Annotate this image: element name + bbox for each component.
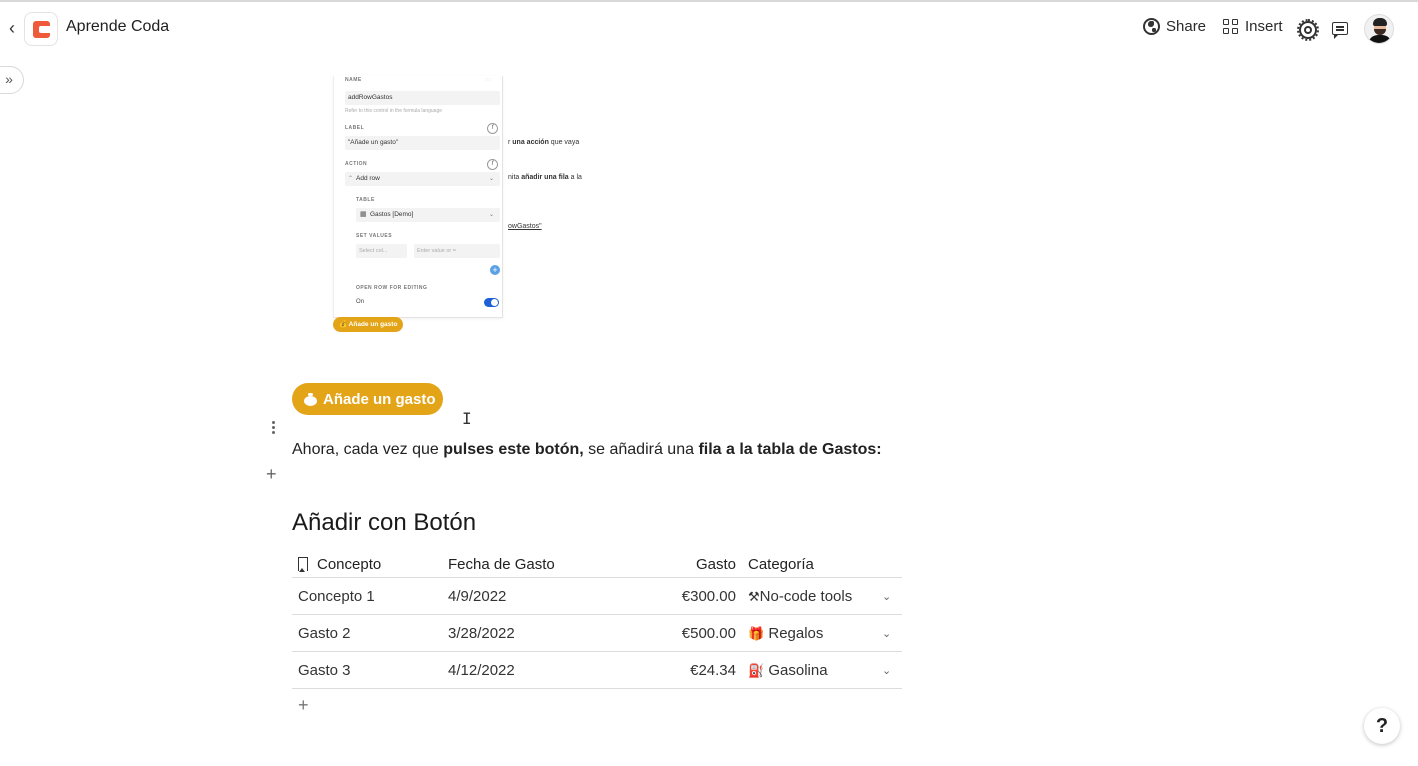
sidebar-expand-icon[interactable]: » <box>0 66 24 94</box>
table-row[interactable]: Concepto 1 4/9/2022 €300.00 ⚒No-code too… <box>292 578 902 615</box>
top-bar: ‹ Aprende Coda Share Insert <box>0 2 1418 54</box>
cell-fecha[interactable]: 4/12/2022 <box>448 662 515 679</box>
share-label: Share <box>1166 18 1207 35</box>
name-label: NAME <box>345 77 362 83</box>
chevron-down-icon[interactable]: ⌄ <box>882 627 891 640</box>
chevron-down-icon[interactable]: ⌄ <box>882 590 891 603</box>
text-fragment: nita añadir una fila a la <box>508 174 582 181</box>
add-expense-button[interactable]: Añade un gasto <box>292 383 443 415</box>
table-row[interactable]: Gasto 2 3/28/2022 €500.00 🎁 Regalos ⌄ <box>292 615 902 652</box>
globe-icon <box>1143 18 1160 35</box>
chevron-down-icon[interactable]: ⌄ <box>882 664 891 677</box>
back-chevron-icon[interactable]: ‹ <box>4 18 20 38</box>
text-fragment: r una acción que vaya <box>508 139 580 146</box>
insert-button[interactable]: Insert <box>1223 18 1283 35</box>
add-row-icon[interactable]: + <box>298 695 309 716</box>
open-row-label: OPEN ROW FOR EDITING <box>356 285 428 291</box>
gift-icon: 🎁 <box>748 627 765 642</box>
insert-grid-icon <box>1223 18 1239 35</box>
cell-categoria[interactable]: 🎁 Regalos <box>748 625 823 642</box>
insert-label: Insert <box>1245 18 1283 35</box>
action-label: ACTION <box>345 161 368 167</box>
cell-concepto[interactable]: Concepto 1 <box>298 588 375 605</box>
toggle-icon <box>484 298 499 307</box>
column-header-gasto[interactable]: Gasto <box>696 556 736 573</box>
cell-concepto[interactable]: Gasto 3 <box>298 662 351 679</box>
select-col-image: Select col... <box>356 244 407 258</box>
enter-value-image: Enter value or = <box>414 244 500 258</box>
comments-icon[interactable] <box>1332 22 1348 39</box>
formula-icon: f <box>487 123 498 134</box>
table-label: TABLE <box>356 197 375 203</box>
coda-logo[interactable] <box>24 12 58 46</box>
column-header-categoria[interactable]: Categoría <box>748 556 814 573</box>
column-header-fecha[interactable]: Fecha de Gasto <box>448 556 555 573</box>
column-header-concepto[interactable]: Concepto <box>298 556 381 573</box>
table-header: Concepto Fecha de Gasto Gasto Categoría <box>292 552 902 578</box>
button-settings-panel-image: NAME ◌◌ addRowGastos Refer to this contr… <box>333 76 503 318</box>
embedded-screenshot: NAME ◌◌ addRowGastos Refer to this contr… <box>292 76 592 336</box>
cell-gasto[interactable]: €500.00 <box>682 625 736 642</box>
bookmark-icon <box>298 557 308 572</box>
section-heading: Añadir con Botón <box>292 509 477 536</box>
cell-fecha[interactable]: 4/9/2022 <box>448 588 506 605</box>
share-button[interactable]: Share <box>1143 18 1206 35</box>
expenses-table: Concepto Fecha de Gasto Gasto Categoría … <box>292 552 902 689</box>
name-field-image: addRowGastos <box>345 91 500 105</box>
table-row[interactable]: Gasto 3 4/12/2022 €24.34 ⛽ Gasolina ⌄ <box>292 652 902 689</box>
fuel-pump-icon: ⛽ <box>748 664 765 679</box>
add-value-icon: + <box>490 265 500 275</box>
tools-icon: ⚒ <box>748 590 760 605</box>
cell-concepto[interactable]: Gasto 2 <box>298 625 351 642</box>
label-label: LABEL <box>345 125 365 131</box>
body-paragraph: Ahora, cada vez que pulses este botón, s… <box>292 441 882 458</box>
table-field-image: ▦ Gastos [Demo] ⌄ <box>356 208 500 222</box>
label-field-image: "Añade un gasto" <box>345 136 500 150</box>
cell-gasto[interactable]: €24.34 <box>690 662 736 679</box>
doc-title[interactable]: Aprende Coda <box>66 18 169 36</box>
open-row-value: On <box>356 299 365 305</box>
cell-gasto[interactable]: €300.00 <box>682 588 736 605</box>
text-cursor-icon: I <box>462 409 472 428</box>
set-values-label: SET VALUES <box>356 233 393 239</box>
settings-gear-icon[interactable] <box>1297 19 1319 41</box>
formula-icon: f <box>487 159 498 170</box>
help-icon[interactable]: ? <box>1364 708 1400 744</box>
user-avatar[interactable] <box>1364 14 1394 44</box>
text-fragment: owGastos" <box>508 223 542 230</box>
cell-categoria[interactable]: ⚒No-code tools <box>748 588 852 605</box>
add-block-icon[interactable]: + <box>266 464 277 485</box>
cell-fecha[interactable]: 3/28/2022 <box>448 625 515 642</box>
money-bag-icon <box>304 392 317 406</box>
cell-categoria[interactable]: ⛽ Gasolina <box>748 662 828 679</box>
mini-button-image: 💰 Añade un gasto <box>333 317 404 332</box>
action-field-image: ⌃ Add row ⌄ <box>345 172 500 186</box>
add-expense-label: Añade un gasto <box>323 390 436 408</box>
name-hint: Refer to this control in the formula lan… <box>345 108 442 114</box>
block-menu-icon[interactable] <box>268 418 278 436</box>
